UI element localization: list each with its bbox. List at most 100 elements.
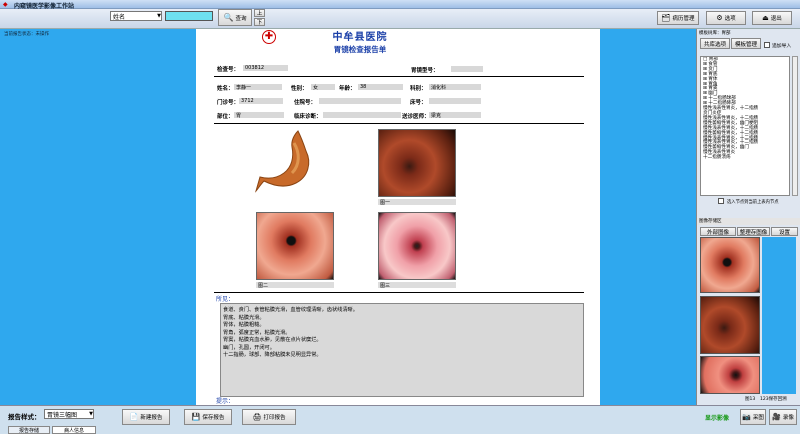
model-field[interactable] (451, 66, 483, 72)
search-icon: 🔍 (223, 13, 234, 22)
record-label: 录像 (782, 415, 794, 421)
tab-report-storage[interactable]: 报告存储 (8, 426, 50, 434)
bed-field[interactable] (429, 98, 481, 104)
record-button[interactable]: 🎥 录像 (769, 409, 797, 425)
gallery-thumb[interactable] (700, 356, 760, 394)
endoscope-image-3[interactable] (378, 212, 456, 280)
exam-no-field[interactable]: 003812 (243, 65, 288, 71)
divider (214, 76, 584, 77)
image-1-caption: 图一 (378, 199, 456, 206)
doctor-field[interactable]: 梁克 (429, 112, 481, 119)
findings-line: 食道、贲门、食管粘膜光滑，血管纹理清晰，齿状线清晰。 (223, 307, 358, 313)
query-button[interactable]: 🔍 查询 (218, 9, 252, 26)
tree-scrollbar[interactable] (792, 56, 798, 196)
tab-template-mgmt[interactable]: 模板管理 (731, 38, 761, 49)
gallery-header: 图像存储区 (697, 218, 800, 225)
print-report-button[interactable]: 🖨 打印报告 (242, 409, 296, 425)
tab-patient-info[interactable]: 病人信息 (52, 426, 96, 434)
image-count: 图13 (745, 397, 756, 402)
exit-button[interactable]: ⏏ 退出 (752, 11, 792, 25)
name-field[interactable]: 李静一 (234, 84, 282, 91)
print-report-label: 打印报告 (263, 415, 286, 421)
choose-node-checkbox[interactable] (718, 198, 724, 204)
divider (214, 292, 584, 293)
site-field[interactable]: 胃 (234, 112, 284, 119)
clinic-label: 门诊号： (217, 100, 240, 106)
search-field-value: 姓名 (113, 13, 126, 21)
title-bar: ◆ 内窥镜医学影像工作站 (0, 0, 800, 10)
settings-button[interactable]: 设置 (771, 227, 798, 236)
save-report-button[interactable]: 💾 保存报告 (184, 409, 232, 425)
endoscope-image-1[interactable] (378, 129, 456, 197)
findings-line: 胃窦，粘膜充血水肿，见散在点片状糜烂。 (223, 337, 322, 343)
hospital-logo: ✚ (262, 30, 276, 44)
image-3-caption: 图三 (378, 282, 456, 289)
printer-icon: 🖨 (252, 413, 262, 421)
dept-field[interactable]: 消化科 (429, 84, 481, 91)
camera-icon: 📷 (742, 413, 751, 421)
sex-value: 女 (313, 85, 319, 91)
age-label: 年龄： (339, 86, 356, 92)
choose-node-label: 选入节点到当前上表内节点 (727, 200, 779, 205)
exit-label: 退出 (770, 16, 782, 22)
app-icon: ◆ (3, 1, 8, 8)
sort-image-button[interactable]: 整理存图像 (737, 227, 770, 236)
append-checkbox-label: 追加导入 (772, 44, 792, 49)
site-label: 部位： (217, 114, 234, 120)
stomach-illustration (254, 130, 310, 193)
findings-textarea[interactable]: 食道、贲门、食管粘膜光滑，血管纹理清晰，齿状线清晰。 胃底、粘膜光滑。 胃体，粘… (220, 303, 584, 397)
up-button[interactable]: 上 (254, 9, 265, 17)
diag-field[interactable] (323, 112, 401, 118)
tab-standard-label: 共库选项 (703, 41, 726, 48)
save-report-label: 保存报告 (202, 415, 225, 421)
gallery-side (762, 237, 796, 394)
query-label: 查询 (235, 15, 247, 22)
findings-line: 胃底、粘膜光滑。 (223, 314, 265, 321)
endoscope-image-2[interactable] (256, 212, 334, 280)
hint-label: 提示： (216, 398, 235, 405)
diag-label: 临床诊断： (294, 114, 322, 120)
dept-label: 科别： (410, 86, 427, 92)
search-input[interactable] (165, 11, 213, 21)
case-management-button[interactable]: 🗂 病历管理 (657, 11, 699, 25)
sex-label: 性别： (291, 86, 308, 92)
show-image-button[interactable]: 显示影像 (705, 413, 729, 422)
gallery-thumb[interactable] (700, 296, 760, 354)
findings-label: 所见： (216, 296, 235, 303)
findings-line: 十二指肠，球部、降部粘膜未见明显异常。 (223, 352, 322, 358)
new-report-button[interactable]: 📄 新建报告 (122, 409, 170, 425)
sex-field[interactable]: 女 (311, 84, 335, 91)
exam-no-label: 检查号： (217, 67, 240, 73)
down-button[interactable]: 下 (254, 18, 265, 26)
model-label: 胃镜型号： (411, 68, 439, 74)
search-field-select[interactable]: 姓名 ▼ (110, 11, 162, 21)
template-tree[interactable]: □ 胃部 ⊞ 食管 ⊞ 贲门 ⊞ 胃底 ⊞ 胃体 ⊞ 胃角 ⊞ 胃窦 ⊞ 幽门 … (700, 56, 790, 196)
dept-value: 消化科 (431, 85, 447, 91)
external-image-label: 外部图像 (706, 229, 729, 236)
clinic-field[interactable]: 3712 (239, 98, 283, 104)
bed-label: 床号： (410, 100, 427, 106)
report-title: 胃镜检查报告单 (333, 45, 387, 54)
up-label: 上 (256, 11, 263, 17)
capture-button[interactable]: 📷 采图 (740, 409, 766, 425)
inpatient-field[interactable] (319, 98, 401, 104)
exit-icon: ⏏ (762, 14, 769, 22)
report-style-value: 胃镜三幅图 (47, 411, 78, 419)
name-value: 李静一 (236, 85, 252, 91)
down-label: 下 (256, 20, 263, 26)
doctor-value: 梁克 (431, 113, 442, 119)
chevron-down-icon: ▼ (157, 13, 161, 19)
age-field[interactable]: 38 (358, 84, 403, 90)
report-style-select[interactable]: 胃镜三幅图 ▼ (44, 409, 94, 419)
options-label: 选项 (724, 16, 736, 22)
tab-standard[interactable]: 共库选项 (700, 38, 730, 49)
gallery-thumb[interactable] (700, 237, 760, 293)
tree-item[interactable]: 十二指肠溃疡 (703, 155, 787, 161)
options-button[interactable]: ⚙ 选项 (706, 11, 746, 25)
external-image-button[interactable]: 外部图像 (700, 227, 736, 236)
divider (214, 123, 584, 124)
exam-no-value: 003812 (245, 65, 265, 71)
report-style-label: 报告样式： (8, 413, 41, 421)
site-value: 胃 (236, 113, 242, 119)
append-checkbox[interactable] (764, 42, 770, 48)
